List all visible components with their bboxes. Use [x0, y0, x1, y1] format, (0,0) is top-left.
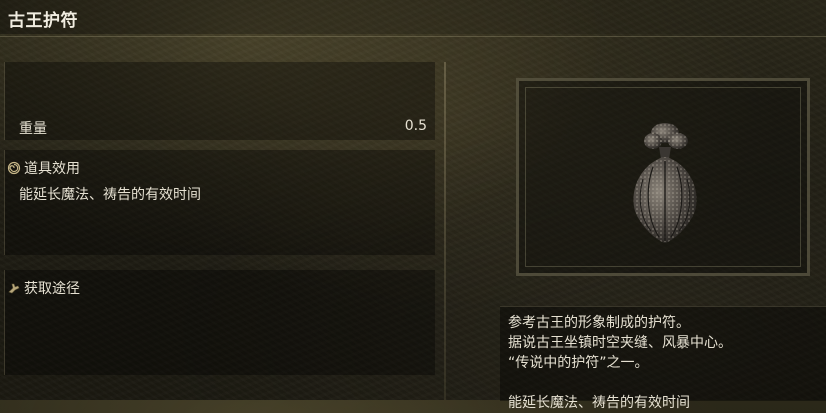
acquire-header: 获取途径: [7, 278, 80, 298]
weight-panel: 重量 0.5: [4, 62, 435, 140]
item-title: 古王护符: [8, 11, 78, 31]
effect-header: 道具效用: [7, 158, 80, 178]
weight-label: 重量: [19, 121, 47, 137]
description-line: 参考古王的形象制成的护符。: [508, 315, 690, 331]
weight-value: 0.5: [404, 118, 427, 134]
acquire-heading: 获取途径: [24, 281, 80, 297]
title-bar: 古王护符: [0, 0, 826, 34]
item-description: 参考古王的形象制成的护符。 据说古王坐镇时空夹缝、风暴中心。 “传说中的护符”之…: [500, 306, 826, 411]
title-divider: [0, 36, 826, 37]
swirl-icon: [7, 161, 21, 175]
effect-heading: 道具效用: [24, 161, 80, 177]
effect-panel: 道具效用 能延长魔法、祷告的有效时间: [4, 150, 435, 255]
hand-icon: [7, 281, 21, 295]
effect-text: 能延长魔法、祷告的有效时间: [19, 187, 201, 203]
description-line: 能延长魔法、祷告的有效时间: [508, 395, 690, 411]
description-line: “传说中的护符”之一。: [508, 355, 649, 371]
column-divider: [444, 62, 446, 400]
talisman-icon: [633, 123, 697, 243]
item-image-frame: [516, 78, 810, 276]
description-line: 据说古王坐镇时空夹缝、风暴中心。: [508, 335, 732, 351]
acquire-panel: 获取途径: [4, 270, 435, 375]
